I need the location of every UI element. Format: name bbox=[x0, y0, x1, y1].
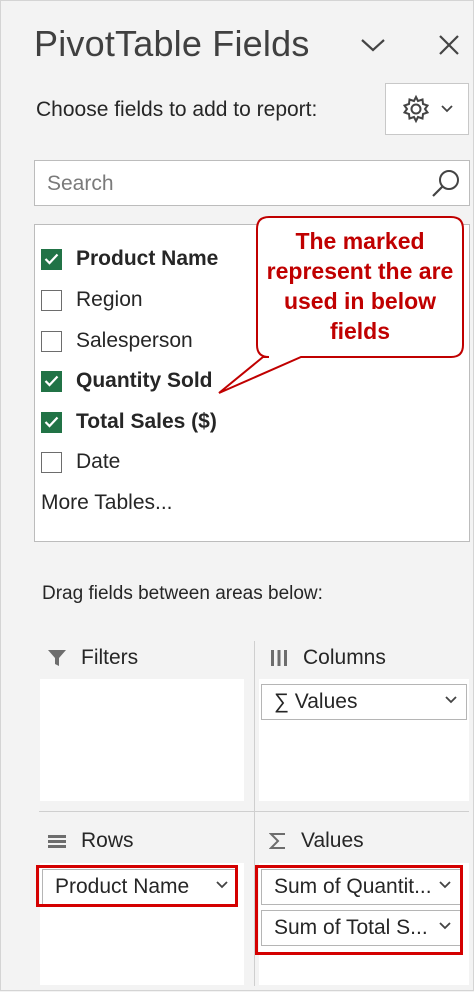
close-pane-button[interactable] bbox=[431, 27, 467, 63]
filters-drop-area[interactable] bbox=[40, 679, 244, 801]
filter-icon bbox=[47, 648, 67, 668]
values-area-header: Values bbox=[269, 829, 364, 853]
callout-text: The marked represent the are used in bel… bbox=[266, 228, 454, 344]
checkbox-checked[interactable] bbox=[41, 370, 62, 392]
chevron-down-icon bbox=[216, 881, 228, 889]
values-sum-quantity-pill[interactable]: Sum of Quantit... bbox=[261, 869, 461, 905]
values-sum-total-sales-pill[interactable]: Sum of Total S... bbox=[261, 910, 461, 946]
pill-label: Product Name bbox=[55, 875, 190, 898]
pill-label: ∑ Values bbox=[274, 690, 358, 713]
field-label: Product Name bbox=[76, 247, 219, 270]
drag-fields-label: Drag fields between areas below: bbox=[42, 583, 323, 604]
checkmark-icon bbox=[44, 416, 59, 428]
rows-drop-area[interactable]: Product Name bbox=[40, 863, 244, 985]
search-icon[interactable] bbox=[429, 167, 463, 201]
area-divider bbox=[39, 811, 469, 812]
search-input[interactable] bbox=[45, 169, 419, 199]
choose-fields-label: Choose fields to add to report: bbox=[36, 98, 318, 121]
area-divider bbox=[254, 641, 255, 986]
filters-label: Filters bbox=[81, 646, 139, 669]
rows-icon bbox=[47, 833, 67, 849]
pane-title: PivotTable Fields bbox=[34, 23, 310, 64]
field-region[interactable]: Region bbox=[41, 284, 143, 316]
close-icon bbox=[439, 35, 459, 55]
search-box bbox=[34, 160, 470, 206]
columns-drop-area[interactable]: ∑ Values bbox=[259, 679, 469, 801]
field-quantity-sold[interactable]: Quantity Sold bbox=[41, 365, 213, 397]
more-tables-link[interactable]: More Tables... bbox=[41, 491, 173, 515]
checkmark-icon bbox=[44, 375, 59, 387]
values-drop-area[interactable]: Sum of Quantit... Sum of Total S... bbox=[259, 863, 469, 985]
pill-label: Sum of Quantit... bbox=[274, 875, 432, 898]
pill-label: Sum of Total S... bbox=[274, 916, 428, 939]
chevron-down-icon bbox=[445, 696, 457, 704]
chevron-down-icon bbox=[439, 922, 451, 930]
field-salesperson[interactable]: Salesperson bbox=[41, 325, 193, 357]
checkbox[interactable] bbox=[41, 330, 62, 352]
filters-area-header: Filters bbox=[47, 646, 138, 670]
field-label: Quantity Sold bbox=[76, 369, 213, 392]
rows-label: Rows bbox=[81, 829, 134, 852]
task-pane-options-button[interactable] bbox=[355, 27, 391, 63]
columns-icon bbox=[269, 648, 289, 668]
values-label: Values bbox=[301, 829, 364, 852]
checkbox-checked[interactable] bbox=[41, 248, 62, 270]
field-label: Date bbox=[76, 450, 121, 473]
field-total-sales[interactable]: Total Sales ($) bbox=[41, 406, 217, 438]
checkbox-checked[interactable] bbox=[41, 411, 62, 433]
field-date[interactable]: Date bbox=[41, 446, 120, 478]
sigma-icon bbox=[269, 831, 287, 851]
field-label: Region bbox=[76, 288, 143, 311]
checkbox[interactable] bbox=[41, 451, 62, 473]
field-settings-button[interactable] bbox=[385, 83, 469, 135]
field-label: Salesperson bbox=[76, 329, 193, 352]
checkmark-icon bbox=[44, 253, 59, 265]
field-label: Total Sales ($) bbox=[76, 410, 217, 433]
columns-label: Columns bbox=[303, 646, 386, 669]
columns-values-pill[interactable]: ∑ Values bbox=[261, 684, 467, 720]
annotation-callout: The marked represent the are used in bel… bbox=[255, 219, 465, 353]
columns-area-header: Columns bbox=[269, 646, 386, 670]
pivot-fields-pane: PivotTable Fields Choose fields to add t… bbox=[0, 0, 474, 991]
rows-product-name-pill[interactable]: Product Name bbox=[42, 869, 238, 905]
checkbox[interactable] bbox=[41, 289, 62, 311]
chevron-down-icon bbox=[441, 105, 453, 113]
gear-icon bbox=[402, 94, 430, 124]
rows-area-header: Rows bbox=[47, 829, 134, 853]
field-product-name[interactable]: Product Name bbox=[41, 243, 218, 275]
chevron-down-icon bbox=[361, 39, 385, 52]
chevron-down-icon bbox=[439, 881, 451, 889]
